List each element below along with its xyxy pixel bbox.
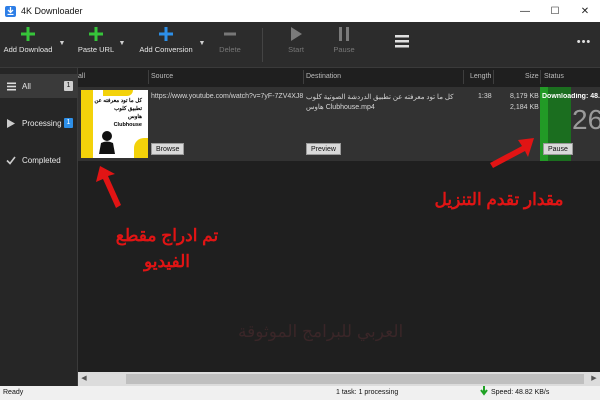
plus-icon <box>89 27 103 41</box>
column-header-length[interactable]: Length <box>470 68 491 86</box>
browse-button[interactable]: Browse <box>151 143 185 155</box>
add-conversion-dropdown-icon[interactable]: ▼ <box>198 40 206 48</box>
download-speed: Speed: 48.82 KB/s <box>491 389 550 396</box>
start-label: Start <box>288 45 304 54</box>
watermark: العربي للبرامج الموثوقة <box>238 322 404 341</box>
annotation-download-progress: مقدار تقدم التنزيل <box>434 190 564 209</box>
source-url: https://www.youtube.com/watch?v=7yF-7ZV4… <box>151 93 304 100</box>
add-download-button[interactable]: Add Download <box>4 26 52 64</box>
more-dots-icon: ••• <box>576 36 592 48</box>
status-text: Downloading: 48.8 <box>542 93 600 100</box>
video-thumbnail: كل ما تود معرفته عن تطبيق كلوب هاوس Club… <box>81 90 148 158</box>
delete-button[interactable]: Delete <box>214 26 246 64</box>
column-divider <box>303 70 304 84</box>
add-download-dropdown-icon[interactable]: ▼ <box>58 40 66 48</box>
status-bar: Ready 1 task: 1 processing Speed: 48.82 … <box>0 386 600 400</box>
play-icon <box>291 27 302 41</box>
thumbnail-text: كل ما تود معرفته عن <box>94 98 142 104</box>
plus-icon <box>21 27 35 41</box>
destination-filename: كل ما تود معرفته عن تطبيق الدردشة الصوتي… <box>306 94 454 101</box>
window-title: 4K Downloader <box>21 6 83 16</box>
column-header-destination[interactable]: Destination <box>306 68 341 86</box>
minus-icon <box>224 32 236 36</box>
arrow-up-left-icon <box>96 166 121 208</box>
column-header-all[interactable]: all <box>78 68 85 86</box>
scroll-left-icon[interactable]: ◀ <box>78 372 90 386</box>
annotation-video-inserted: تم ادراج مقطع الفيديو <box>104 226 230 272</box>
pause-icon <box>339 27 349 41</box>
title-bar: 4K Downloader — ☐ ✕ <box>0 0 600 22</box>
sidebar-item-label: Completed <box>22 155 61 165</box>
paste-url-button[interactable]: Paste URL <box>76 26 116 64</box>
task-count: 1 task: 1 processing <box>336 389 399 396</box>
pause-button[interactable]: Pause <box>330 26 358 64</box>
start-button[interactable]: Start <box>282 26 310 64</box>
person-illustration-icon <box>99 131 115 154</box>
column-divider <box>540 70 541 84</box>
toolbar-separator <box>262 28 263 62</box>
annotation-line: تم ادراج مقطع <box>115 226 219 245</box>
column-divider <box>493 70 494 84</box>
play-icon <box>6 118 16 128</box>
column-divider <box>463 70 464 84</box>
preview-button[interactable]: Preview <box>306 143 341 155</box>
column-header-status[interactable]: Status <box>544 68 564 86</box>
status-pause-button[interactable]: Pause <box>543 143 573 155</box>
hamburger-menu-icon <box>395 35 409 48</box>
thumbnail-text: هاوس <box>128 114 142 120</box>
close-button[interactable]: ✕ <box>570 0 600 22</box>
horizontal-scrollbar[interactable]: ◀ ▶ <box>78 372 600 386</box>
count-badge: 1 <box>64 81 73 91</box>
scroll-right-icon[interactable]: ▶ <box>588 372 600 386</box>
column-header-source[interactable]: Source <box>151 68 173 86</box>
add-download-label: Add Download <box>3 45 53 54</box>
scrollbar-thumb[interactable] <box>126 374 584 384</box>
list-icon <box>6 81 16 91</box>
annotation-line: الفيديو <box>143 252 191 271</box>
plus-icon <box>159 27 173 41</box>
paste-url-label: Paste URL <box>77 45 115 54</box>
menu-button[interactable] <box>392 34 412 72</box>
maximize-button[interactable]: ☐ <box>540 0 570 22</box>
count-badge: 1 <box>64 118 73 128</box>
thumbnail-text: تطبيق كلوب <box>114 106 142 112</box>
sidebar-item-processing[interactable]: Processing 1 <box>0 111 78 135</box>
column-header-size[interactable]: Size <box>525 68 539 86</box>
sidebar-item-label: Processing <box>22 118 62 128</box>
app-logo-icon <box>5 5 16 17</box>
paste-url-dropdown-icon[interactable]: ▼ <box>118 40 126 48</box>
destination-filename-line2: هاوس Clubhouse.mp4 <box>306 104 375 111</box>
toolbar: Add Download ▼ Paste URL ▼ Add Conversio… <box>0 22 600 68</box>
sidebar-item-label: All <box>22 81 31 91</box>
progress-number: 26 <box>572 104 600 135</box>
sidebar-item-completed[interactable]: Completed <box>0 148 78 172</box>
column-divider <box>148 70 149 84</box>
total-size: 8,179 KB <box>510 93 539 100</box>
pause-label: Pause <box>333 45 355 54</box>
delete-label: Delete <box>219 45 241 54</box>
checkmark-icon <box>6 155 16 165</box>
add-conversion-label: Add Conversion <box>139 45 193 54</box>
video-length: 1:38 <box>478 93 492 100</box>
sidebar: All 1 Processing 1 Completed <box>0 68 78 386</box>
downloaded-size: 2,184 KB <box>510 104 539 111</box>
arrow-up-right-icon <box>490 138 534 168</box>
add-conversion-button[interactable]: Add Conversion <box>139 26 193 64</box>
thumbnail-text: Clubhouse <box>113 122 142 128</box>
sidebar-item-all[interactable]: All 1 <box>0 74 78 98</box>
minimize-button[interactable]: — <box>510 0 540 22</box>
ready-status: Ready <box>3 389 24 396</box>
speed-icon <box>480 386 488 400</box>
